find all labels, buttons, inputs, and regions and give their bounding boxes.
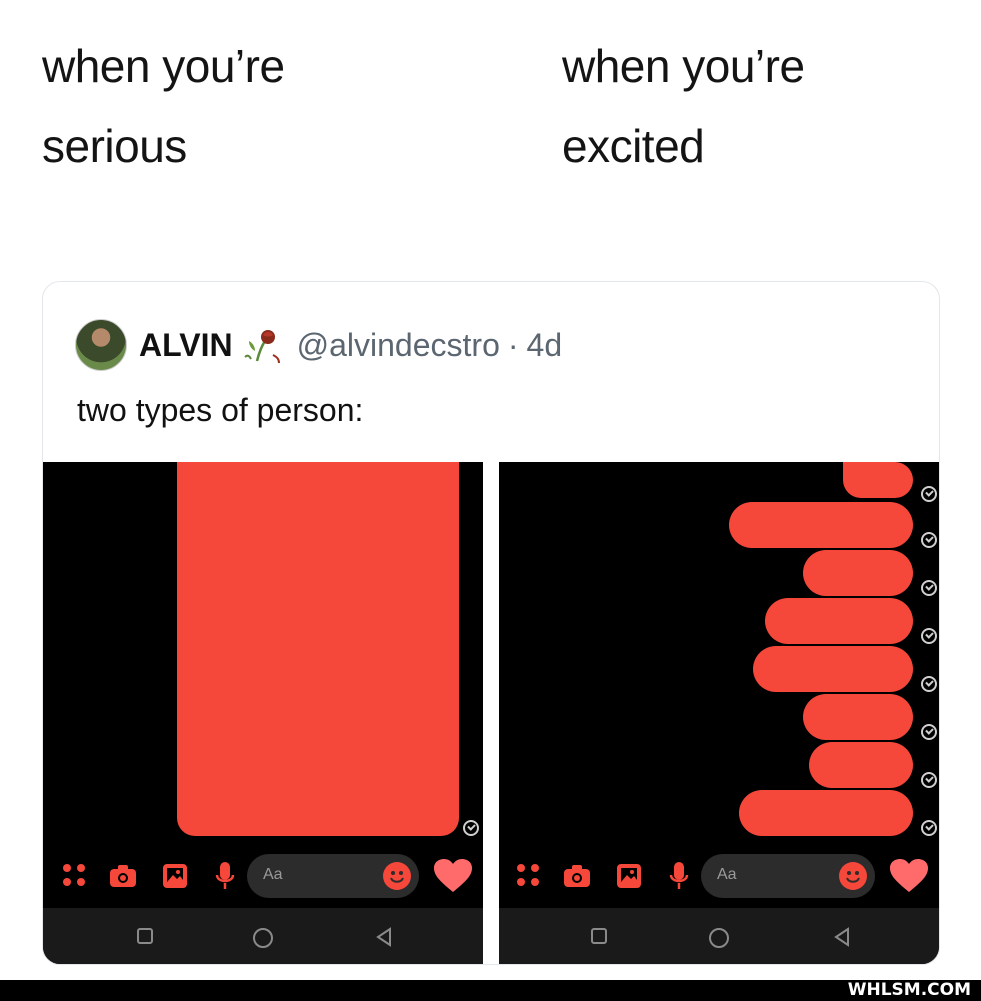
caption-excited: when you’re excited (562, 26, 805, 186)
message-input[interactable]: Aa (247, 854, 419, 898)
display-name[interactable]: ALVIN (139, 327, 233, 364)
back-icon[interactable] (373, 926, 395, 948)
message-bubble-3 (803, 550, 913, 596)
caption-serious: when you’re serious (42, 26, 285, 186)
avatar[interactable] (75, 319, 127, 371)
message-bubble-4 (765, 598, 913, 644)
read-check-icon (463, 820, 479, 836)
message-bubble-5 (753, 646, 913, 692)
message-bubble-6 (803, 694, 913, 740)
recent-apps-icon[interactable] (135, 926, 155, 946)
back-icon[interactable] (831, 926, 853, 948)
home-icon[interactable] (707, 926, 731, 950)
read-check-icon (921, 486, 937, 502)
message-bubble-1 (843, 462, 913, 498)
tweet-header: ALVIN @alvindecstro · 4d (75, 318, 562, 372)
tweet-card[interactable]: ALVIN @alvindecstro · 4d two types of pe… (42, 281, 940, 965)
home-icon[interactable] (251, 926, 275, 950)
tweet-media[interactable]: Aa Aa (43, 462, 939, 964)
handle[interactable]: @alvindecstro (297, 327, 500, 364)
message-input-placeholder: Aa (263, 866, 283, 883)
watermark-bar: WHLSM.COM (0, 980, 981, 1001)
read-check-icon (921, 772, 937, 788)
emoji-icon[interactable] (383, 862, 411, 890)
caption-excited-line1: when you’re (562, 40, 805, 92)
microphone-icon[interactable] (211, 846, 239, 906)
caption-serious-line2: serious (42, 120, 187, 172)
camera-icon[interactable] (561, 846, 593, 906)
caption-serious-line1: when you’re (42, 40, 285, 92)
wilted-rose-icon (243, 330, 280, 364)
camera-icon[interactable] (107, 846, 139, 906)
read-check-icon (921, 580, 937, 596)
message-input-placeholder: Aa (717, 866, 737, 883)
timestamp[interactable]: 4d (527, 327, 563, 364)
read-check-icon (921, 724, 937, 740)
message-bubble-8 (739, 790, 913, 836)
microphone-icon[interactable] (665, 846, 693, 906)
watermark: WHLSM.COM (847, 980, 971, 1000)
gallery-icon[interactable] (159, 846, 191, 906)
caption-excited-line2: excited (562, 120, 705, 172)
message-input[interactable]: Aa (701, 854, 875, 898)
heart-icon[interactable] (887, 846, 931, 906)
android-nav-bar (43, 908, 483, 964)
gallery-icon[interactable] (613, 846, 645, 906)
read-check-icon (921, 820, 937, 836)
menu-dots-icon[interactable] (513, 846, 545, 906)
menu-dots-icon[interactable] (59, 846, 91, 906)
composer-toolbar: Aa (499, 846, 939, 906)
message-bubble-7 (809, 742, 913, 788)
message-bubble-2 (729, 502, 913, 548)
read-check-icon (921, 676, 937, 692)
phone-screenshot-serious: Aa (43, 462, 483, 964)
read-check-icon (921, 532, 937, 548)
emoji-icon[interactable] (839, 862, 867, 890)
recent-apps-icon[interactable] (589, 926, 609, 946)
separator: · (507, 326, 519, 363)
message-bubble-long (177, 462, 459, 836)
android-nav-bar (499, 908, 939, 964)
phone-screenshot-excited: Aa (499, 462, 939, 964)
tweet-text: two types of person: (77, 392, 364, 428)
read-check-icon (921, 628, 937, 644)
heart-icon[interactable] (431, 846, 475, 906)
composer-toolbar: Aa (43, 846, 483, 906)
